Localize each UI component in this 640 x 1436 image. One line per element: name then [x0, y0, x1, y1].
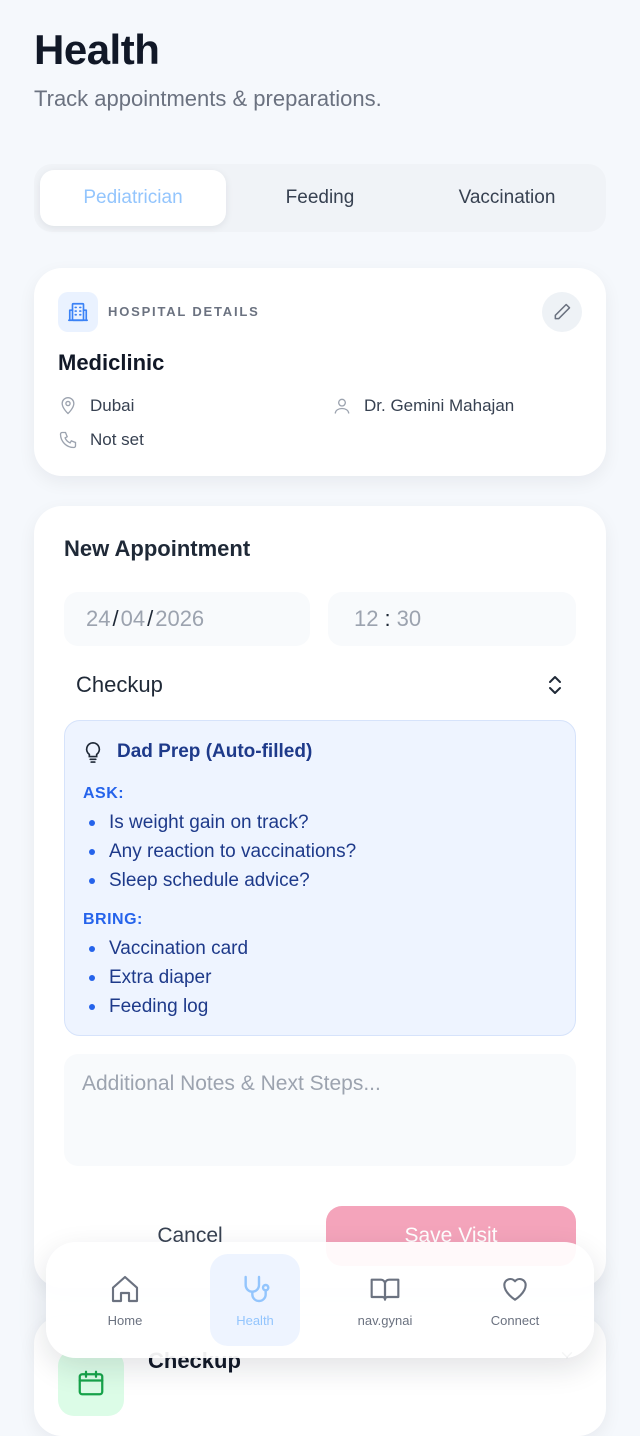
ask-label: ASK:	[83, 785, 125, 802]
time-minute[interactable]: 30	[397, 606, 421, 632]
notes-textarea[interactable]: Additional Notes & Next Steps...	[64, 1054, 576, 1166]
list-item: Feeding log	[87, 992, 248, 1021]
hospital-location-text: Dubai	[90, 396, 135, 415]
page-subtitle: Track appointments & preparations.	[34, 86, 382, 111]
bring-list: Vaccination card Extra diaper Feeding lo…	[87, 934, 248, 1021]
nav-home-label: Home	[107, 1312, 143, 1328]
tab-vaccination[interactable]: Vaccination	[414, 170, 600, 226]
list-item: Any reaction to vaccinations?	[87, 837, 356, 866]
stethoscope-icon	[244, 1275, 270, 1302]
map-pin-icon	[61, 397, 75, 415]
date-separator: /	[112, 606, 119, 631]
heart-icon	[503, 1277, 527, 1301]
hospital-details-label: HOSPITAL DETAILS	[108, 304, 260, 319]
page-title: Health	[34, 26, 160, 73]
nav-health-label: Health	[236, 1312, 274, 1328]
nav-gynai[interactable]: nav.gynai	[340, 1254, 430, 1346]
hospital-doctor-text: Dr. Gemini Mahajan	[364, 396, 515, 415]
hospital-doctor: Dr. Gemini Mahajan	[332, 396, 514, 416]
home-icon	[111, 1275, 139, 1302]
dad-prep-header: Dad Prep (Auto-filled)	[83, 741, 312, 763]
nav-health[interactable]: Health	[210, 1254, 300, 1346]
phone-icon	[59, 431, 77, 449]
chevron-up-down-icon	[549, 676, 561, 694]
user-icon	[334, 398, 350, 414]
edit-hospital-button[interactable]	[542, 292, 582, 332]
book-open-icon	[370, 1278, 400, 1301]
date-month[interactable]: 04	[121, 606, 145, 632]
bottom-nav: Home Health nav.gynai Connect	[46, 1242, 594, 1358]
hospital-location: Dubai	[58, 396, 134, 416]
nav-home[interactable]: Home	[80, 1254, 170, 1346]
tab-feeding[interactable]: Feeding	[227, 170, 413, 226]
list-item: Extra diaper	[87, 963, 248, 992]
tab-pediatrician[interactable]: Pediatrician	[40, 170, 226, 226]
building-icon	[58, 292, 98, 332]
hospital-name: Mediclinic	[58, 350, 165, 375]
bring-label: BRING:	[83, 911, 143, 928]
hospital-phone-text: Not set	[90, 430, 144, 449]
ask-list: Is weight gain on track? Any reaction to…	[87, 808, 356, 895]
nav-connect-label: Connect	[490, 1312, 540, 1328]
nav-gynai-label: nav.gynai	[357, 1312, 413, 1328]
time-input[interactable]: 12 : 30	[328, 592, 576, 646]
calendar-icon	[58, 1350, 124, 1416]
lightbulb-icon	[85, 742, 101, 763]
time-hour[interactable]: 12	[354, 606, 378, 632]
dad-prep-title: Dad Prep (Auto-filled)	[117, 741, 313, 762]
hospital-phone: Not set	[58, 430, 144, 450]
new-appointment-card: New Appointment 24 / 04 / 2026 12 : 30 C…	[34, 506, 606, 1288]
health-tabs: Pediatrician Feeding Vaccination	[34, 164, 606, 232]
appointment-title: New Appointment	[64, 536, 251, 561]
list-item: Is weight gain on track?	[87, 808, 356, 837]
date-input[interactable]: 24 / 04 / 2026	[64, 592, 310, 646]
nav-connect[interactable]: Connect	[470, 1254, 560, 1346]
appointment-type-select[interactable]: Checkup	[64, 660, 576, 710]
time-separator: :	[384, 606, 391, 631]
date-separator: /	[147, 606, 154, 631]
date-day[interactable]: 24	[86, 606, 110, 632]
date-year[interactable]: 2026	[155, 606, 204, 632]
pencil-icon	[554, 303, 571, 320]
list-item: Vaccination card	[87, 934, 248, 963]
list-item: Sleep schedule advice?	[87, 866, 356, 895]
dad-prep-panel: Dad Prep (Auto-filled) ASK: Is weight ga…	[64, 720, 576, 1036]
appointment-type-value: Checkup	[76, 672, 163, 697]
hospital-details-card: HOSPITAL DETAILS Mediclinic Dubai Dr. Ge…	[34, 268, 606, 476]
